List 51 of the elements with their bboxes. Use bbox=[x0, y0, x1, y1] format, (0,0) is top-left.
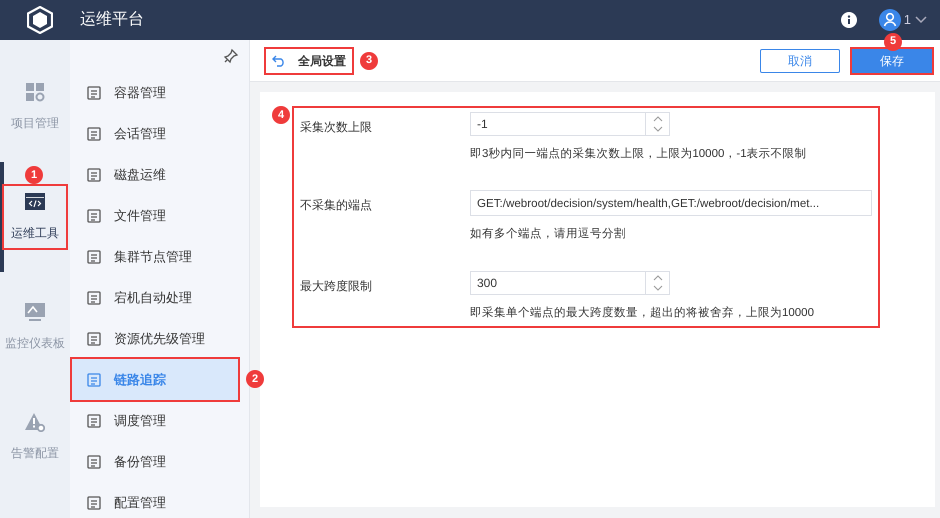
callout-badge: 1 bbox=[25, 166, 43, 184]
callout-badge: 4 bbox=[272, 106, 290, 124]
page-title: 全局设置 bbox=[298, 52, 346, 70]
text-field[interactable]: GET:/webroot/decision/system/health,GET:/webroot/decision/met... bbox=[470, 190, 872, 216]
pin-icon[interactable] bbox=[223, 48, 239, 64]
menu-item-icon bbox=[86, 248, 102, 264]
monitor-icon bbox=[25, 302, 45, 322]
menu-item-icon bbox=[86, 84, 102, 100]
number-field[interactable]: 300 bbox=[470, 270, 670, 294]
callout-badge: 3 bbox=[360, 52, 378, 70]
menu-item-icon bbox=[86, 454, 102, 470]
menu-item-icon bbox=[86, 166, 102, 182]
menu-item[interactable]: 磁盘运维 bbox=[72, 154, 238, 195]
menu-item[interactable]: 集群节点管理 bbox=[72, 236, 238, 277]
app-title: 运维平台 bbox=[80, 10, 144, 30]
cube-logo-icon bbox=[27, 6, 53, 34]
menu-item-icon bbox=[86, 412, 102, 428]
user-name[interactable]: 1 bbox=[904, 10, 911, 30]
menu-item[interactable]: 资源优先级管理 bbox=[72, 318, 238, 359]
back-icon[interactable] bbox=[272, 54, 286, 66]
save-button[interactable]: 保存 bbox=[852, 48, 932, 72]
field-hint: 如有多个端点，请用逗号分割 bbox=[470, 226, 627, 242]
menu-item-icon bbox=[86, 126, 102, 142]
menu-item-icon bbox=[86, 372, 102, 388]
chevron-down-icon[interactable] bbox=[914, 15, 928, 25]
menu-item[interactable]: 宕机自动处理 bbox=[72, 277, 238, 318]
cancel-button[interactable]: 取消 bbox=[760, 48, 840, 72]
spinner-arrows-icon[interactable] bbox=[652, 274, 662, 292]
code-window-icon bbox=[25, 192, 45, 212]
menu-item-icon bbox=[86, 290, 102, 306]
menu-item[interactable]: 调度管理 bbox=[72, 400, 238, 441]
menu-item-icon bbox=[86, 208, 102, 224]
warning-icon bbox=[25, 412, 45, 432]
menu-item[interactable]: 会话管理 bbox=[72, 113, 238, 154]
field-label: 不采集的端点 bbox=[300, 197, 373, 214]
info-icon[interactable] bbox=[840, 12, 857, 28]
menu-item-icon bbox=[86, 494, 102, 510]
menu-item-icon bbox=[86, 330, 102, 346]
field-label: 采集次数上限 bbox=[300, 119, 373, 136]
user-avatar-icon[interactable] bbox=[878, 9, 901, 31]
menu-item[interactable]: 配置管理 bbox=[72, 482, 238, 518]
grid-icon bbox=[25, 82, 45, 102]
field-hint: 即采集单个端点的最大跨度数量，超出的将被舍弃，上限为10000 bbox=[470, 305, 814, 320]
field-hint: 即3秒内同一端点的采集次数上限，上限为10000，-1表示不限制 bbox=[470, 146, 807, 162]
field-label: 最大跨度限制 bbox=[300, 278, 373, 294]
spinner-arrows-icon[interactable] bbox=[652, 115, 662, 133]
menu-item[interactable]: 文件管理 bbox=[72, 195, 238, 236]
menu-item[interactable]: 容器管理 bbox=[72, 72, 238, 113]
number-field[interactable]: -1 bbox=[470, 112, 670, 136]
menu-item[interactable]: 备份管理 bbox=[72, 441, 238, 482]
callout-badge: 2 bbox=[246, 370, 264, 388]
